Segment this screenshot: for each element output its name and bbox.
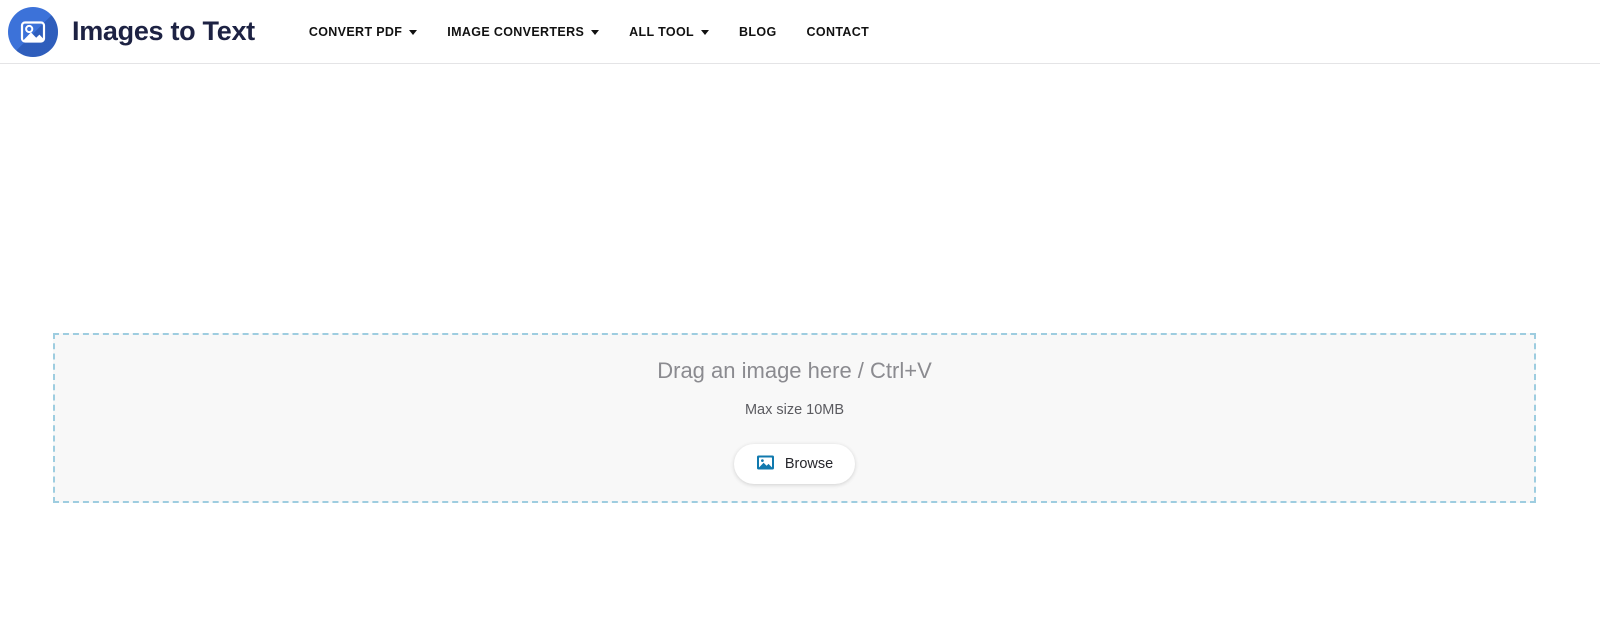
chevron-down-icon: [701, 30, 710, 35]
nav-item-label: IMAGE CONVERTERS: [447, 24, 585, 39]
image-dropzone[interactable]: Drag an image here / Ctrl+V Max size 10M…: [53, 333, 1536, 503]
nav-item-label: CONTACT: [806, 24, 870, 39]
nav-item-all-tool[interactable]: ALL TOOL: [629, 24, 710, 39]
image-picture-icon: [756, 453, 775, 475]
nav-item-label: BLOG: [739, 24, 777, 39]
nav-item-label: ALL TOOL: [629, 24, 695, 39]
nav-item-label: CONVERT PDF: [308, 24, 403, 39]
page-title: Images to Text: [72, 16, 255, 46]
main-navigation: CONVERT PDF IMAGE CONVERTERS ALL TOOL BL…: [309, 25, 869, 39]
nav-item-convert-pdf[interactable]: CONVERT PDF: [308, 24, 418, 39]
chevron-down-icon: [591, 30, 600, 35]
chevron-down-icon: [409, 30, 418, 35]
nav-item-image-converters[interactable]: IMAGE CONVERTERS: [447, 24, 600, 39]
main-content: Supported Extensions: PNG, JPG, GIF, JPE…: [0, 64, 1600, 626]
nav-item-contact[interactable]: CONTACT: [807, 25, 870, 39]
browse-button-label: Browse: [784, 455, 834, 472]
browse-button[interactable]: Browse: [733, 443, 856, 484]
nav-item-blog[interactable]: BLOG: [739, 25, 777, 39]
dropzone-max-size-text: Max size 10MB: [744, 402, 845, 419]
logo-image-picture-icon: [8, 6, 58, 57]
site-header: Images to Text CONVERT PDF IMAGE CONVERT…: [0, 0, 1600, 64]
dropzone-title: Drag an image here / Ctrl+V: [657, 358, 932, 383]
brand-home-link[interactable]: Images to Text: [8, 6, 255, 57]
